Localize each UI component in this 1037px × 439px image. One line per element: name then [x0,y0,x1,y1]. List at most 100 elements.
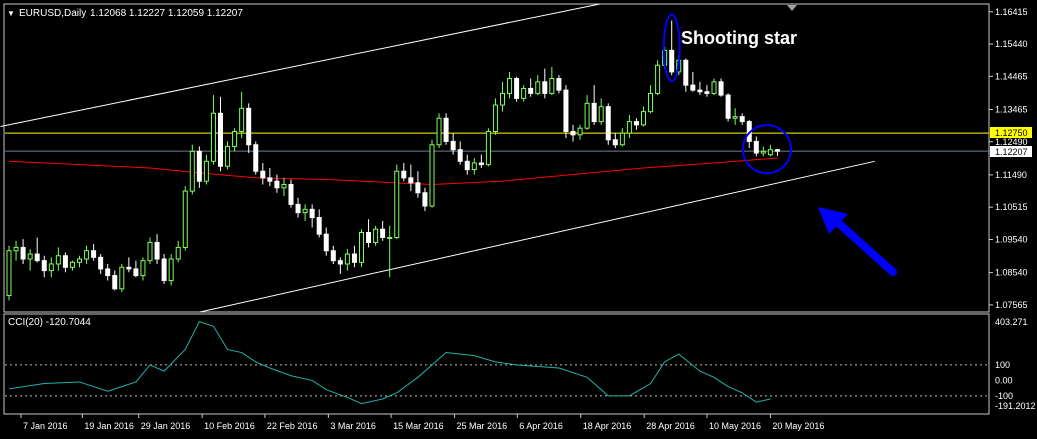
candle-body-bear [337,260,343,265]
candle [253,141,259,175]
candle-body-bear [443,117,449,142]
candle-body-bull [584,102,590,129]
price-tick-label: 1.09540 [995,234,1028,244]
cci-tick-label: 403.271 [995,317,1028,327]
candle-body-bull [344,253,350,265]
candle-body-bear [274,180,280,189]
candle [119,263,125,293]
candle-body-bear [196,150,202,182]
candle-body-bull [232,131,238,147]
time-tick-label: 6 Apr 2016 [519,421,563,431]
candle-body-bull [6,250,12,296]
candle-body-bull [436,117,442,146]
candle-body-bear [774,149,780,152]
candle-body-bear [704,91,710,94]
candle-body-bear [683,59,689,86]
candle-body-bull [492,104,498,133]
candle-body-bear [288,183,294,205]
candle-body-bull [210,112,216,162]
candle-body-bull [711,81,717,94]
candle-body-bear [253,144,259,172]
candle-body-bear [309,208,315,219]
candle-body-bear [295,203,301,214]
menu-toggle-icon[interactable]: ▼ [7,9,15,18]
candle [443,113,449,145]
level-price-label: 1.12750 [995,128,1028,138]
candle-body-bear [105,268,111,277]
cci-tick-label: 100 [995,360,1010,370]
candle-body-bull [507,78,513,94]
candle-body-bull [373,228,379,243]
candle-body-bear [366,232,372,243]
price-tick-label: 1.11490 [995,170,1027,180]
time-tick-label: 3 Mar 2016 [330,421,376,431]
price-tick-label: 1.12490 [995,137,1028,147]
candle-body-bull [500,92,505,106]
candle-body-bull [577,127,583,136]
candle [563,85,569,139]
candle-body-bull [394,170,400,238]
cci-tick-label: -191.2012 [995,401,1036,411]
candle-body-bull [203,160,209,182]
candle-body-bear [351,253,357,263]
candle-body-bull [13,246,19,252]
candle [485,128,491,167]
candle-body-bear [323,233,329,252]
cci-tick-label: 0.00 [995,375,1013,385]
time-tick-label: 19 Jan 2016 [84,421,134,431]
candle-body-bear [380,228,386,238]
price-tick-label: 1.13465 [995,104,1028,114]
candle-body-bear [514,78,520,99]
price-tick-label: 1.07565 [995,300,1028,310]
candle-body-bear [725,94,731,119]
candle [605,103,611,145]
candle-body-bull [626,121,632,134]
candle-body-bull [302,208,308,214]
candle-body-bull [147,241,153,262]
candle-body-bull [471,162,477,171]
candle-body-bear [422,192,428,207]
candle-body-bear [267,177,273,182]
candle-body-bear [408,177,414,184]
candle-body-bear [260,170,266,179]
candle-body-bull [84,250,90,260]
candle [394,164,400,240]
candle-body-bear [464,160,470,171]
candle-body-bull [359,232,364,263]
candle-body-bull [535,81,541,94]
candle-body-bull [549,78,555,94]
time-tick-label: 10 May 2016 [709,421,761,431]
candle-body-bear [316,217,322,235]
time-tick-label: 18 Apr 2016 [583,421,632,431]
candle-body-bear [41,260,47,272]
candle-body-bear [690,84,696,91]
price-tick-label: 1.15440 [995,39,1028,49]
time-tick-label: 15 Mar 2016 [393,421,444,431]
candle-body-bull [225,145,231,167]
candle-body-bull [55,255,61,265]
candle-body-bull [767,149,773,156]
candle [429,139,435,208]
time-tick-label: 7 Jan 2016 [23,421,68,431]
candle-body-bull [641,111,646,126]
candle [6,245,12,301]
candle-body-bear [528,87,534,94]
shooting-star-label: Shooting star [681,28,797,48]
candle [168,254,174,286]
candle-body-bull [69,261,75,268]
candle-body-bull [281,183,287,189]
cci-tick-label: -100 [995,391,1013,401]
candle-body-bear [450,140,456,151]
ohlc-readout: 1.12068 1.12227 1.12059 1.12207 [90,8,243,19]
candle-body-bear [112,275,118,290]
candle-body-bear [457,149,463,162]
price-tick-label: 1.16415 [995,7,1028,17]
candle-body-bear [62,255,68,268]
candle-body-bull [140,260,146,277]
candle-body-bear [612,139,618,146]
candle-body-bear [133,268,139,277]
candle-body-bull [27,253,33,260]
price-tick-label: 1.08540 [995,268,1028,278]
candle-body-bear [126,266,132,270]
candle-body-bear [478,162,484,166]
